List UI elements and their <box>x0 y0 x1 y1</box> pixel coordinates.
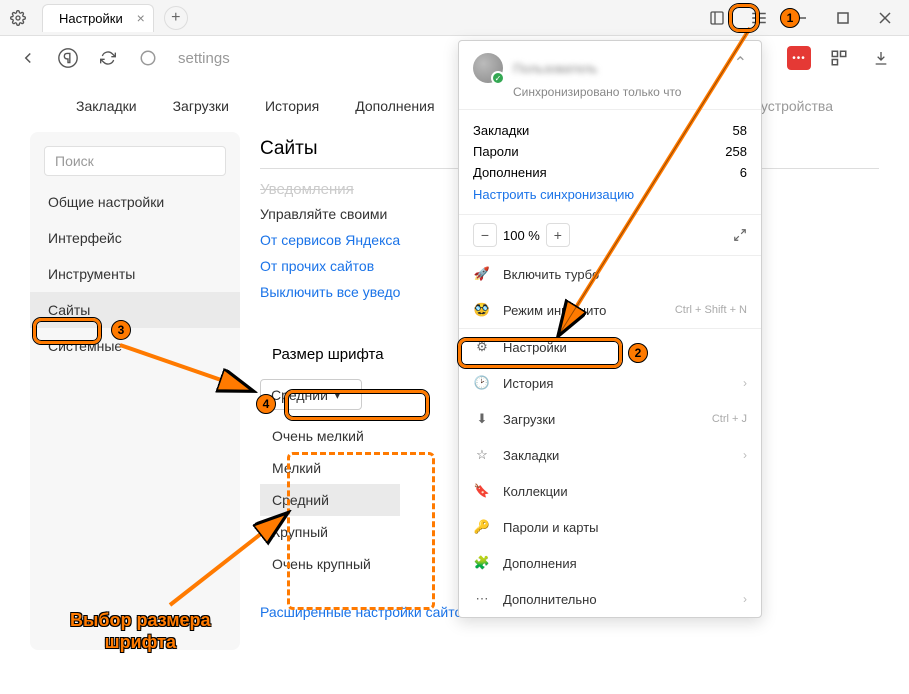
font-size-options: Очень мелкий Мелкий Средний Крупный Очен… <box>260 416 400 584</box>
new-tab-button[interactable]: + <box>164 6 188 30</box>
gear-icon[interactable] <box>10 10 26 26</box>
menu-history[interactable]: 🕑История› <box>459 365 761 401</box>
settings-sidebar: Поиск Общие настройки Интерфейс Инструме… <box>30 132 240 650</box>
incognito-icon: 🥸 <box>473 301 491 319</box>
sync-settings-link[interactable]: Настроить синхронизацию <box>473 183 634 210</box>
menu-addons[interactable]: 🧩Дополнения <box>459 545 761 581</box>
download-icon[interactable] <box>867 44 895 72</box>
tab-devices[interactable]: устройства <box>753 94 841 118</box>
sidebar-toggle-icon[interactable] <box>703 4 731 32</box>
zoom-controls: − 100 % + <box>459 215 761 256</box>
tab-history[interactable]: История <box>257 94 327 118</box>
font-opt-xs[interactable]: Очень мелкий <box>260 420 400 452</box>
rocket-icon: 🚀 <box>473 265 491 283</box>
font-opt-s[interactable]: Мелкий <box>260 452 400 484</box>
font-opt-xl[interactable]: Очень крупный <box>260 548 400 580</box>
sidebar-search[interactable]: Поиск <box>44 146 226 176</box>
browser-menu: ✓ Пользователь Синхронизировано только ч… <box>458 40 762 618</box>
hamburger-menu-icon[interactable] <box>745 4 773 32</box>
stat-bookmarks-val: 58 <box>733 123 747 138</box>
fullscreen-icon[interactable] <box>733 228 747 242</box>
menu-passwords[interactable]: 🔑Пароли и карты <box>459 509 761 545</box>
sidebar-item-general[interactable]: Общие настройки <box>30 184 240 220</box>
reload-icon[interactable] <box>94 44 122 72</box>
stat-passwords-val: 258 <box>725 144 747 159</box>
yandex-logo-icon[interactable] <box>54 44 82 72</box>
font-opt-l[interactable]: Крупный <box>260 516 400 548</box>
bookmark-icon: 🔖 <box>473 482 491 500</box>
dots-icon: ⋯ <box>473 590 491 608</box>
collections-icon[interactable] <box>825 44 853 72</box>
zoom-out-button[interactable]: − <box>473 223 497 247</box>
sidebar-item-sites[interactable]: Сайты <box>30 292 240 328</box>
menu-user-section[interactable]: ✓ Пользователь Синхронизировано только ч… <box>459 41 761 110</box>
maximize-icon[interactable] <box>829 4 857 32</box>
menu-incognito[interactable]: 🥸Режим инкогнитоCtrl + Shift + N <box>459 292 761 328</box>
star-icon: ☆ <box>473 446 491 464</box>
clock-icon: 🕑 <box>473 374 491 392</box>
sidebar-item-system[interactable]: Системные <box>30 328 240 364</box>
menu-downloads[interactable]: ⬇ЗагрузкиCtrl + J <box>459 401 761 437</box>
gear-icon: ⚙ <box>473 338 491 356</box>
menu-turbo[interactable]: 🚀Включить турбо <box>459 256 761 292</box>
stat-addons-label: Дополнения <box>473 165 547 180</box>
chevron-right-icon: › <box>743 592 747 606</box>
stat-passwords-label: Пароли <box>473 144 519 159</box>
window-titlebar: Настройки × + <box>0 0 909 36</box>
content-area: Поиск Общие настройки Интерфейс Инструме… <box>0 132 909 650</box>
annotation-caption: Выбор размера шрифта <box>70 610 211 653</box>
check-icon: ✓ <box>491 71 505 85</box>
puzzle-icon: 🧩 <box>473 554 491 572</box>
tab-title: Настройки <box>59 11 123 26</box>
user-name: Пользователь <box>513 61 597 76</box>
menu-settings[interactable]: ⚙Настройки <box>459 329 761 365</box>
menu-bookmarks[interactable]: ☆Закладки› <box>459 437 761 473</box>
close-tab-icon[interactable]: × <box>137 10 145 26</box>
url-input[interactable] <box>174 46 381 71</box>
sync-status: Синхронизировано только что <box>513 85 747 99</box>
zoom-in-button[interactable]: + <box>546 223 570 247</box>
font-size-heading: Размер шрифта <box>260 340 396 369</box>
font-opt-m[interactable]: Средний <box>260 484 400 516</box>
callout-num-2: 2 <box>628 343 648 363</box>
callout-num-3: 3 <box>111 320 131 340</box>
extension-icon[interactable]: ••• <box>787 46 811 70</box>
tab-bookmarks[interactable]: Закладки <box>68 94 145 118</box>
chevron-right-icon: › <box>743 448 747 462</box>
font-size-value: Средний <box>271 387 328 403</box>
zoom-value: 100 % <box>503 228 540 243</box>
key-icon: 🔑 <box>473 518 491 536</box>
site-lock-icon[interactable] <box>134 44 162 72</box>
tab-addons[interactable]: Дополнения <box>347 94 442 118</box>
callout-num-4: 4 <box>256 394 276 414</box>
menu-more[interactable]: ⋯Дополнительно› <box>459 581 761 617</box>
callout-num-1: 1 <box>780 8 800 28</box>
download-icon: ⬇ <box>473 410 491 428</box>
chevron-right-icon: › <box>743 376 747 390</box>
sidebar-item-interface[interactable]: Интерфейс <box>30 220 240 256</box>
avatar: ✓ <box>473 53 503 83</box>
menu-collections[interactable]: 🔖Коллекции <box>459 473 761 509</box>
stat-bookmarks-label: Закладки <box>473 123 529 138</box>
back-icon[interactable] <box>14 44 42 72</box>
sync-stats: Закладки 58 Пароли 258 Дополнения 6 Настрои… <box>459 110 761 215</box>
browser-tab[interactable]: Настройки × <box>42 4 154 32</box>
stat-addons-val: 6 <box>740 165 747 180</box>
chevron-down-icon: ▾ <box>334 386 341 403</box>
settings-tabs: Закладки Загрузки История Дополнения Нас… <box>0 80 909 132</box>
sidebar-item-tools[interactable]: Инструменты <box>30 256 240 292</box>
address-bar: Настройки ••• <box>0 36 909 80</box>
chevron-up-icon[interactable]: ⌃ <box>734 53 747 73</box>
close-window-icon[interactable] <box>871 4 899 32</box>
tab-downloads[interactable]: Загрузки <box>165 94 237 118</box>
